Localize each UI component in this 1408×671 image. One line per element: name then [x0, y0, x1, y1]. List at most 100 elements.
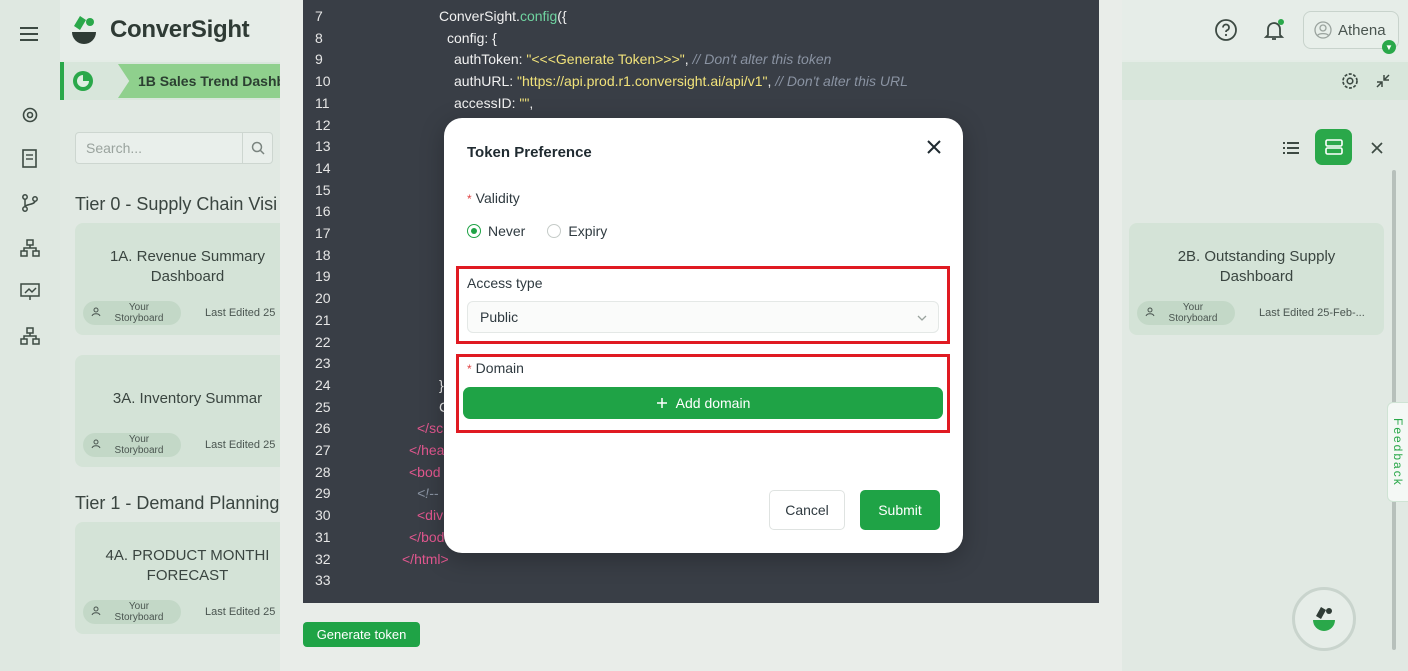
line-number: 19	[315, 268, 331, 285]
code-text: </html>	[402, 550, 449, 567]
storyboard-card[interactable]: 3A. Inventory Summar Your Storyboard Las…	[75, 355, 300, 467]
feedback-tab[interactable]: Feedback	[1387, 402, 1408, 502]
search-placeholder: Search...	[86, 140, 143, 156]
code-text: <div	[417, 507, 444, 524]
feedback-label: Feedback	[1391, 417, 1405, 487]
token-preference-dialog: Token Preference * Validity Never Expiry …	[444, 118, 963, 553]
code-line: 11 accessID: "",	[303, 95, 1099, 117]
user-icon	[91, 307, 101, 320]
line-number: 21	[315, 311, 331, 328]
user-icon	[91, 606, 101, 619]
branch-icon[interactable]	[18, 191, 42, 215]
tier-title: Tier 1 - Demand Planning	[75, 493, 280, 513]
card-title: 2B. Outstanding Supply Dashboard	[1177, 248, 1336, 285]
line-number: 24	[315, 376, 331, 393]
code-text: <!--	[417, 485, 439, 502]
close-icon[interactable]	[1367, 138, 1387, 158]
help-icon[interactable]	[1214, 18, 1238, 42]
code-text: ConverSight.config({	[439, 8, 567, 24]
line-number: 13	[315, 138, 331, 155]
access-type-select[interactable]: Public	[467, 301, 939, 333]
line-number: 28	[315, 463, 331, 480]
settings-icon[interactable]	[1339, 70, 1361, 92]
line-number: 15	[315, 181, 331, 198]
line-number: 8	[315, 29, 323, 46]
assistant-launcher[interactable]	[1292, 587, 1356, 651]
code-text: accessID: "",	[454, 94, 534, 111]
org-icon[interactable]	[18, 236, 42, 260]
menu-icon[interactable]	[18, 22, 42, 46]
gear-icon[interactable]	[18, 103, 42, 127]
layout-icon[interactable]	[1315, 129, 1352, 165]
line-number: 27	[315, 442, 331, 458]
add-domain-button[interactable]: Add domain	[463, 387, 943, 419]
line-number: 7	[315, 8, 323, 24]
app-logo[interactable]: ConverSight	[66, 12, 250, 48]
user-icon	[91, 439, 101, 452]
chip-label: Your Storyboard	[114, 302, 164, 324]
required-marker: *	[467, 362, 472, 376]
line-number: 32	[315, 550, 331, 567]
radio-expiry[interactable]	[547, 224, 562, 238]
breadcrumb-tab[interactable]: 1B Sales Trend Dashbo	[118, 64, 306, 98]
line-number: 20	[315, 290, 331, 307]
card-title: 4A. PRODUCT MONTHI FORECAST	[105, 547, 270, 584]
line-number: 11	[315, 94, 330, 111]
validity-label-text: Validity	[475, 190, 520, 206]
chevron-down-icon	[916, 311, 928, 327]
validity-label: * Validity	[467, 190, 520, 206]
line-number: 30	[315, 507, 331, 524]
dialog-title: Token Preference	[467, 144, 592, 161]
timer-icon[interactable]	[72, 70, 94, 92]
storyboard-chip: Your Storyboard	[1137, 301, 1235, 325]
last-edited: Last Edited 25	[205, 606, 276, 618]
line-number: 29	[315, 485, 331, 502]
storyboard-chip: Your Storyboard	[83, 600, 181, 624]
search-icon[interactable]	[242, 133, 272, 163]
cancel-button[interactable]: Cancel	[769, 490, 845, 530]
user-menu[interactable]: Athena ▼	[1303, 11, 1399, 54]
last-edited: Last Edited 25	[205, 307, 276, 319]
presentation-icon[interactable]	[18, 280, 42, 304]
storyboard-card[interactable]: 4A. PRODUCT MONTHI FORECAST Your Storybo…	[75, 522, 300, 634]
access-type-label: Access type	[467, 275, 543, 291]
line-number: 26	[315, 420, 331, 437]
code-text: </hea	[409, 442, 445, 458]
code-text: }	[439, 376, 444, 393]
code-line: 8 config: {	[303, 30, 1099, 52]
chip-label: Your Storyboard	[114, 601, 164, 623]
required-marker: *	[467, 192, 472, 206]
radio-never[interactable]	[467, 224, 481, 238]
line-number: 9	[315, 51, 323, 68]
validity-option-expiry[interactable]: Expiry	[547, 223, 607, 239]
code-line: 33	[303, 572, 1099, 594]
org-icon[interactable]	[18, 324, 42, 348]
user-name: Athena	[1338, 21, 1386, 39]
code-text: authURL: "https://api.prod.r1.conversigh…	[454, 73, 908, 90]
radio-label: Never	[488, 223, 526, 239]
code-text: </bod	[409, 528, 445, 545]
line-number: 14	[315, 159, 331, 176]
radio-label: Expiry	[568, 223, 608, 239]
report-icon[interactable]	[18, 147, 42, 171]
generate-token-button[interactable]: Generate token	[303, 622, 420, 647]
close-icon[interactable]	[923, 136, 945, 158]
list-icon[interactable]	[1280, 137, 1302, 159]
code-text: <bod	[409, 463, 441, 480]
validity-option-never[interactable]: Never	[467, 223, 525, 239]
storyboard-card[interactable]: 1A. Revenue Summary Dashboard Your Story…	[75, 223, 300, 335]
storyboard-card[interactable]: 2B. Outstanding Supply Dashboard Your St…	[1129, 223, 1384, 335]
submit-button[interactable]: Submit	[860, 490, 940, 530]
line-number: 33	[315, 572, 331, 589]
line-number: 18	[315, 246, 331, 263]
collapse-icon[interactable]	[1375, 73, 1391, 89]
bell-icon[interactable]	[1262, 18, 1286, 42]
search-input[interactable]: Search...	[75, 132, 273, 164]
line-number: 10	[315, 73, 331, 90]
last-edited: Last Edited 25	[205, 439, 276, 451]
chip-label: Your Storyboard	[114, 434, 164, 456]
line-number: 12	[315, 116, 331, 133]
card-title: 1A. Revenue Summary Dashboard	[109, 248, 266, 285]
chevron-down-icon: ▼	[1382, 40, 1396, 54]
code-line: 10 authURL: "https://api.prod.r1.conversi…	[303, 73, 1099, 95]
